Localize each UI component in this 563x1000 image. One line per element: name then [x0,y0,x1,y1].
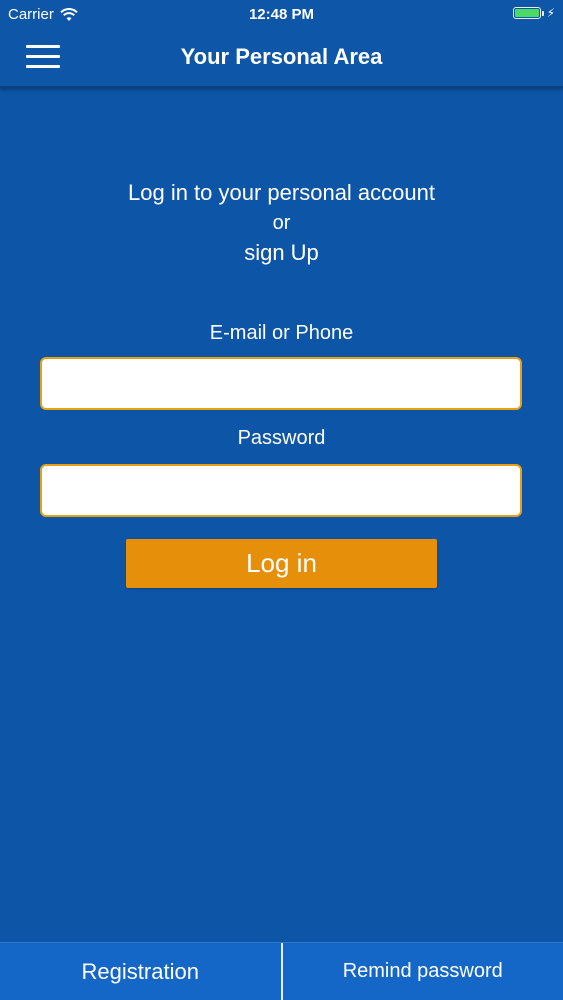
intro-line-login: Log in to your personal account [128,180,435,205]
email-field[interactable] [40,357,522,410]
intro-text: Log in to your personal account or sign … [0,178,563,268]
battery-cap [541,10,544,16]
page-title: Your Personal Area [180,44,383,69]
login-button[interactable]: Log in [126,539,437,588]
nav-bar: Your Personal Area [0,30,563,88]
status-bar: Carrier 12:48 PM ⚡︎ [0,0,563,30]
battery-indicator: ⚡︎ [512,6,555,20]
bottom-bar: Registration Remind password [0,942,563,1000]
charging-bolt-icon: ⚡︎ [546,6,555,20]
password-label: Password [237,427,326,449]
battery-fill [514,9,539,17]
battery-icon [512,7,541,19]
email-label: E-mail or Phone [209,322,354,344]
remind-password-button[interactable]: Remind password [283,943,563,1000]
intro-line-or: or [272,212,291,234]
status-time: 12:48 PM [248,6,315,23]
password-field[interactable] [40,464,522,517]
registration-button[interactable]: Registration [0,943,281,1000]
intro-line-signup: sign Up [244,240,319,265]
